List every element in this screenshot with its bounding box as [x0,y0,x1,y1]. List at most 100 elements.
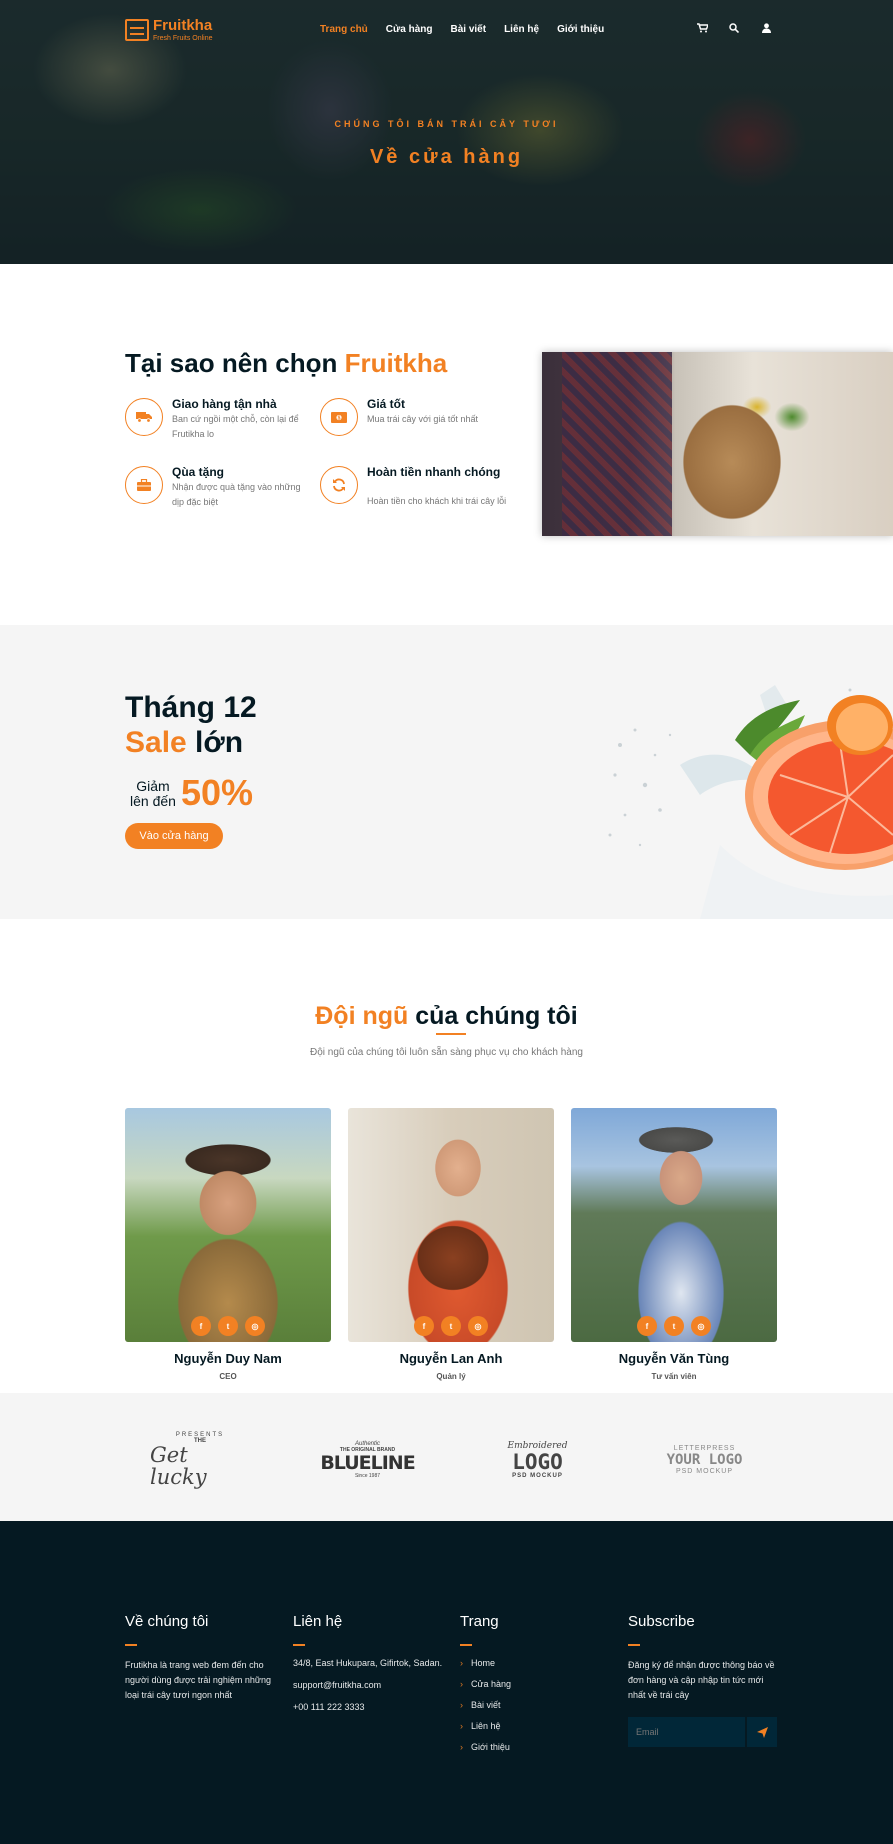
footer-heading-bar [293,1644,305,1646]
search-icon[interactable] [728,22,740,34]
main-menu: Trang chủ Cửa hàng Bài viết Liên hệ Giới… [320,24,622,35]
footer-link-contact[interactable]: › Liên hệ [460,1721,610,1731]
twitter-icon[interactable]: t [441,1316,461,1336]
menu-item-home[interactable]: Trang chủ [320,24,368,35]
gift-icon [125,466,163,504]
top-nav: Fruitkha Fresh Fruits Online Trang chủ C… [0,0,893,62]
chevron-right-icon: › [460,1658,463,1668]
partner-logos: PRESENTS THE Get lucky Authentic THE ORI… [0,1393,893,1521]
site-logo[interactable]: Fruitkha Fresh Fruits Online [125,18,213,42]
team-subtitle: Đội ngũ của chúng tôi luôn sẵn sàng phục… [310,1047,583,1058]
menu-item-blog[interactable]: Bài viết [451,24,487,35]
sale-percent: 50% [181,772,254,813]
sale-off-label: Giảm lên đến [130,778,176,809]
send-button[interactable] [747,1717,777,1747]
footer-contact-title: Liên hệ [293,1613,343,1630]
sale-banner: Tháng 12 Sale lớn Giảm lên đến 50% Vào cử… [0,625,893,919]
chevron-right-icon: › [460,1742,463,1752]
member-name: Nguyễn Duy Nam [174,1351,282,1366]
menu-item-about[interactable]: Giới thiệu [557,24,604,35]
why-title: Tại sao nên chọn Fruitkha [125,348,448,378]
feature-desc: Hoàn tiền cho khách khi trái cây lỗi [367,496,507,506]
partner-logo-blueline: Authentic THE ORIGINAL BRAND BLUELINE Si… [320,1441,415,1479]
grapefruit-splash-image [608,685,893,919]
chevron-right-icon: › [460,1679,463,1689]
footer-link-about[interactable]: › Giới thiệu [460,1742,610,1752]
shop-now-button[interactable]: Vào cửa hàng [125,823,223,849]
footer-pages-title: Trang [460,1613,499,1630]
paper-plane-icon [756,1726,768,1738]
footer-subscribe: Subscribe Đăng ký để nhận được thông báo… [628,1613,778,1747]
footer-about: Về chúng tôi Frutikha là trang web đem đ… [125,1613,275,1703]
facebook-icon[interactable]: f [637,1316,657,1336]
social-links: f t ◎ [571,1316,777,1336]
footer-subscribe-text: Đăng ký để nhận được thông báo về đơn hà… [628,1660,775,1700]
feature-title: Giao hàng tận nhà [172,397,277,411]
hero-subtitle: CHÚNG TÔI BÁN TRÁI CÂY TƯƠI [334,119,559,129]
footer-contact: Liên hệ 34/8, East Hukupara, Gifirtok, S… [293,1613,453,1718]
instagram-icon[interactable]: ◎ [245,1316,265,1336]
social-links: f t ◎ [348,1316,554,1336]
social-links: f t ◎ [125,1316,331,1336]
instagram-icon[interactable]: ◎ [468,1316,488,1336]
sale-month: Tháng 12 [125,691,257,724]
hero-title: Về cửa hàng [369,146,524,168]
footer-phone[interactable]: +00 111 222 3333 [293,1702,453,1712]
footer-heading-bar [460,1644,472,1646]
cart-icon[interactable] [696,22,708,34]
footer-pages: Trang › Home › Cửa hàng › Bài viết › Liên hệ… [460,1613,610,1763]
instagram-icon[interactable]: ◎ [691,1316,711,1336]
footer-about-text: Frutikha là trang web đem đến cho người … [125,1660,271,1700]
menu-item-contact[interactable]: Liên hệ [504,24,539,35]
member-name: Nguyễn Văn Tùng [618,1351,730,1366]
team-title: Đội ngũ của chúng tôi [315,1002,578,1030]
truck-icon [125,398,163,436]
member-photo: f t ◎ [348,1108,554,1342]
footer-subscribe-title: Subscribe [628,1613,695,1630]
footer-heading-bar [125,1644,137,1646]
feature-title: Hoàn tiền nhanh chóng [367,465,501,479]
feature-desc: Nhận được quà tặng vào những dịp đặc biệ… [172,482,301,507]
footer-heading-bar [628,1644,640,1646]
member-role: Tư vấn viên [651,1372,697,1381]
logo-tagline: Fresh Fruits Online [153,35,213,42]
logo-name: Fruitkha [153,17,213,34]
basket-icon [125,19,149,41]
feature-title: Qùa tặng [172,465,225,479]
team-member-card: f t ◎ Nguyễn Lan Anh Quản lý [348,1108,554,1381]
refresh-icon [320,466,358,504]
facebook-icon[interactable]: f [191,1316,211,1336]
nav-icons [696,22,772,34]
feature-title: Giá tốt [367,397,405,411]
chevron-right-icon: › [460,1721,463,1731]
member-name: Nguyễn Lan Anh [399,1351,503,1366]
title-underline [436,1033,466,1035]
team-member-card: f t ◎ Nguyễn Duy Nam CEO [125,1108,331,1381]
svg-text:$: $ [338,415,341,421]
member-role: CEO [219,1372,237,1381]
facebook-icon[interactable]: f [414,1316,434,1336]
menu-item-shop[interactable]: Cửa hàng [386,24,433,35]
feature-desc: Ban cứ ngồi một chỗ, còn lại để Frutikha… [172,414,299,439]
member-role: Quản lý [436,1372,466,1381]
member-photo: f t ◎ [125,1108,331,1342]
sale-headline: Sale lớn [125,726,244,759]
site-footer: Về chúng tôi Frutikha là trang web đem đ… [0,1521,893,1844]
twitter-icon[interactable]: t [218,1316,238,1336]
footer-link-blog[interactable]: › Bài viết [460,1700,610,1710]
footer-email[interactable]: support@fruitkha.com [293,1680,453,1690]
chevron-right-icon: › [460,1700,463,1710]
subscribe-form [628,1717,778,1747]
grocery-delivery-photo [542,352,893,536]
twitter-icon[interactable]: t [664,1316,684,1336]
footer-link-home[interactable]: › Home [460,1658,610,1668]
subscribe-email-input[interactable] [628,1717,745,1747]
feature-desc: Mua trái cây với giá tốt nhất [367,414,478,424]
footer-link-shop[interactable]: › Cửa hàng [460,1679,610,1689]
member-photo: f t ◎ [571,1108,777,1342]
hero-banner: Fruitkha Fresh Fruits Online Trang chủ C… [0,0,893,264]
footer-about-title: Về chúng tôi [125,1613,209,1630]
team-member-card: f t ◎ Nguyễn Văn Tùng Tư vấn viên [571,1108,777,1381]
user-icon[interactable] [760,22,772,34]
partner-logo-embroidered: Embroidered LOGO PSD MOCKUP [507,1441,568,1479]
